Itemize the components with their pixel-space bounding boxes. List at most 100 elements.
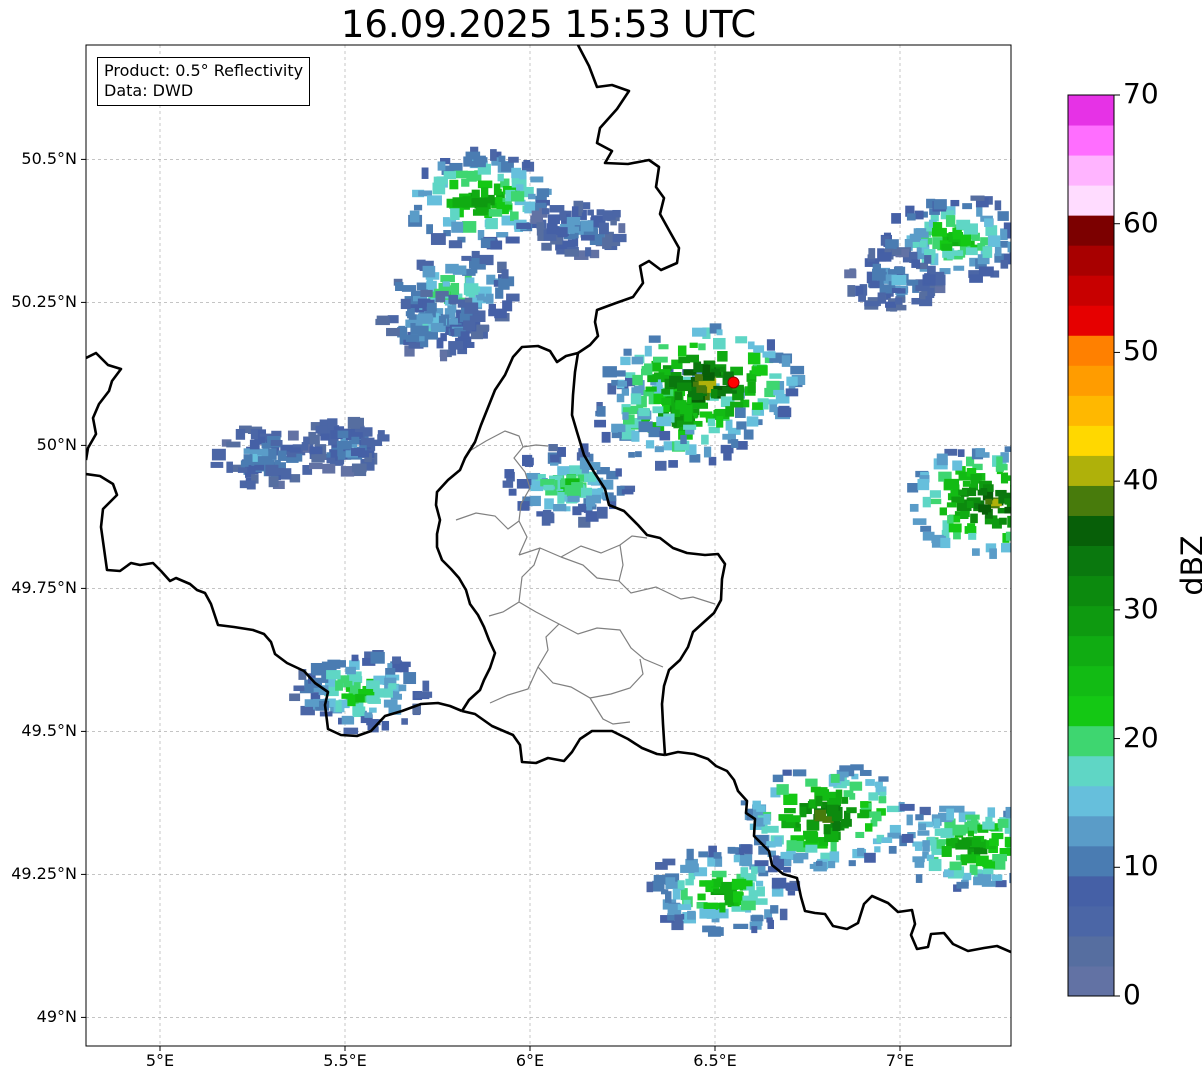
reflectivity-cell	[899, 803, 915, 811]
reflectivity-cell	[363, 427, 373, 437]
colorbar-bin	[1068, 875, 1114, 907]
reflectivity-cell	[708, 426, 720, 434]
reflectivity-cell	[661, 397, 672, 406]
reflectivity-cell	[680, 435, 687, 445]
reflectivity-cell	[257, 456, 273, 464]
colorbar-bin	[1068, 965, 1114, 997]
reflectivity-cell	[741, 859, 752, 867]
reflectivity-cell	[833, 810, 841, 821]
reflectivity-cell	[308, 431, 316, 438]
reflectivity-cell	[901, 833, 914, 843]
reflectivity-cell	[773, 389, 785, 396]
reflectivity-cell	[962, 203, 973, 210]
reflectivity-cell	[254, 464, 265, 471]
reflectivity-cell	[1042, 539, 1052, 548]
reflectivity-cell	[733, 923, 749, 930]
belgium-luxembourg-border	[434, 344, 596, 712]
reflectivity-cell	[1020, 532, 1027, 544]
reflectivity-cell	[277, 450, 287, 461]
reflectivity-cell	[531, 210, 543, 223]
reflectivity-cell	[309, 446, 323, 455]
reflectivity-cell	[855, 831, 865, 839]
reflectivity-cell	[922, 840, 930, 852]
reflectivity-cell	[907, 483, 919, 493]
reflectivity-cell	[1039, 541, 1054, 547]
reflectivity-cell	[713, 888, 726, 894]
reflectivity-cell	[995, 880, 1007, 888]
reflectivity-cell	[615, 468, 622, 477]
reflectivity-cell	[475, 207, 488, 216]
reflectivity-cell	[768, 351, 776, 359]
reflectivity-cell	[659, 430, 671, 441]
reflectivity-cell	[461, 178, 470, 187]
reflectivity-cell	[991, 832, 1004, 840]
reflectivity-cell	[461, 255, 472, 261]
colorbar-bin	[1068, 605, 1114, 637]
reflectivity-cell	[968, 532, 977, 540]
reflectivity-cell	[724, 896, 735, 906]
reflectivity-cell	[733, 854, 740, 863]
reflectivity-cell	[632, 374, 643, 386]
reflectivity-cell	[722, 433, 736, 440]
reflectivity-cell	[433, 176, 445, 186]
reflectivity-cell	[497, 173, 504, 182]
reflectivity-cell	[865, 779, 875, 786]
reflectivity-cell	[994, 246, 1002, 257]
reflectivity-cell	[792, 769, 807, 777]
reflectivity-cell	[1023, 551, 1033, 557]
reflectivity-cell	[289, 693, 301, 702]
reflectivity-cell	[275, 467, 285, 476]
reflectivity-cell	[719, 902, 726, 913]
x-tick-label: 5°E	[145, 1051, 175, 1070]
reflectivity-cell	[931, 227, 947, 237]
reflectivity-cell	[1035, 502, 1045, 508]
reflectivity-cell	[477, 180, 493, 189]
reflectivity-cell	[1029, 542, 1039, 548]
reflectivity-cell	[689, 454, 701, 463]
reflectivity-cell	[388, 683, 397, 690]
reflectivity-cell	[1016, 528, 1027, 535]
reflectivity-cell	[772, 774, 784, 783]
reflectivity-cell	[1048, 471, 1061, 479]
reflectivity-layer	[210, 146, 1061, 937]
reflectivity-cell	[725, 406, 735, 417]
reflectivity-cell	[226, 441, 241, 448]
reflectivity-cell	[623, 348, 632, 356]
colorbar-tick-label: 0	[1123, 978, 1141, 1011]
reflectivity-cell	[655, 460, 667, 471]
y-tick-label: 49.5°N	[21, 721, 77, 741]
reflectivity-cell	[960, 235, 968, 247]
reflectivity-cell	[888, 845, 897, 854]
reflectivity-cell	[781, 355, 791, 367]
reflectivity-cell	[751, 926, 758, 934]
reflectivity-cell	[454, 170, 468, 179]
reflectivity-cell	[654, 446, 664, 453]
reflectivity-cell	[1046, 504, 1054, 514]
product-info-box: Product: 0.5° Reflectivity Data: DWD	[97, 57, 311, 106]
reflectivity-cell	[917, 830, 930, 836]
reflectivity-cell	[1030, 866, 1037, 871]
reflectivity-cell	[996, 456, 1003, 469]
reflectivity-cell	[479, 254, 494, 266]
x-tick-label: 6.5°E	[693, 1051, 737, 1070]
reflectivity-cell	[747, 381, 756, 394]
reflectivity-cell	[621, 489, 634, 495]
reflectivity-cell	[1000, 228, 1008, 241]
reflectivity-cell	[685, 878, 694, 886]
reflectivity-cell	[633, 385, 642, 393]
reflectivity-cell	[912, 856, 925, 863]
reflectivity-cell	[723, 451, 732, 461]
reflectivity-cell	[585, 511, 599, 522]
reflectivity-cell	[471, 264, 486, 270]
reflectivity-cell	[699, 411, 713, 418]
reflectivity-cell	[1013, 488, 1023, 498]
reflectivity-cell	[998, 492, 1005, 504]
reflectivity-cell	[322, 463, 336, 474]
reflectivity-cell	[1037, 513, 1050, 522]
reflectivity-cell	[906, 213, 916, 221]
colorbar-bin	[1068, 845, 1114, 877]
reflectivity-cell	[638, 421, 653, 433]
reflectivity-cell	[864, 301, 880, 307]
reflectivity-cell	[530, 495, 541, 507]
reflectivity-cell	[683, 424, 697, 430]
